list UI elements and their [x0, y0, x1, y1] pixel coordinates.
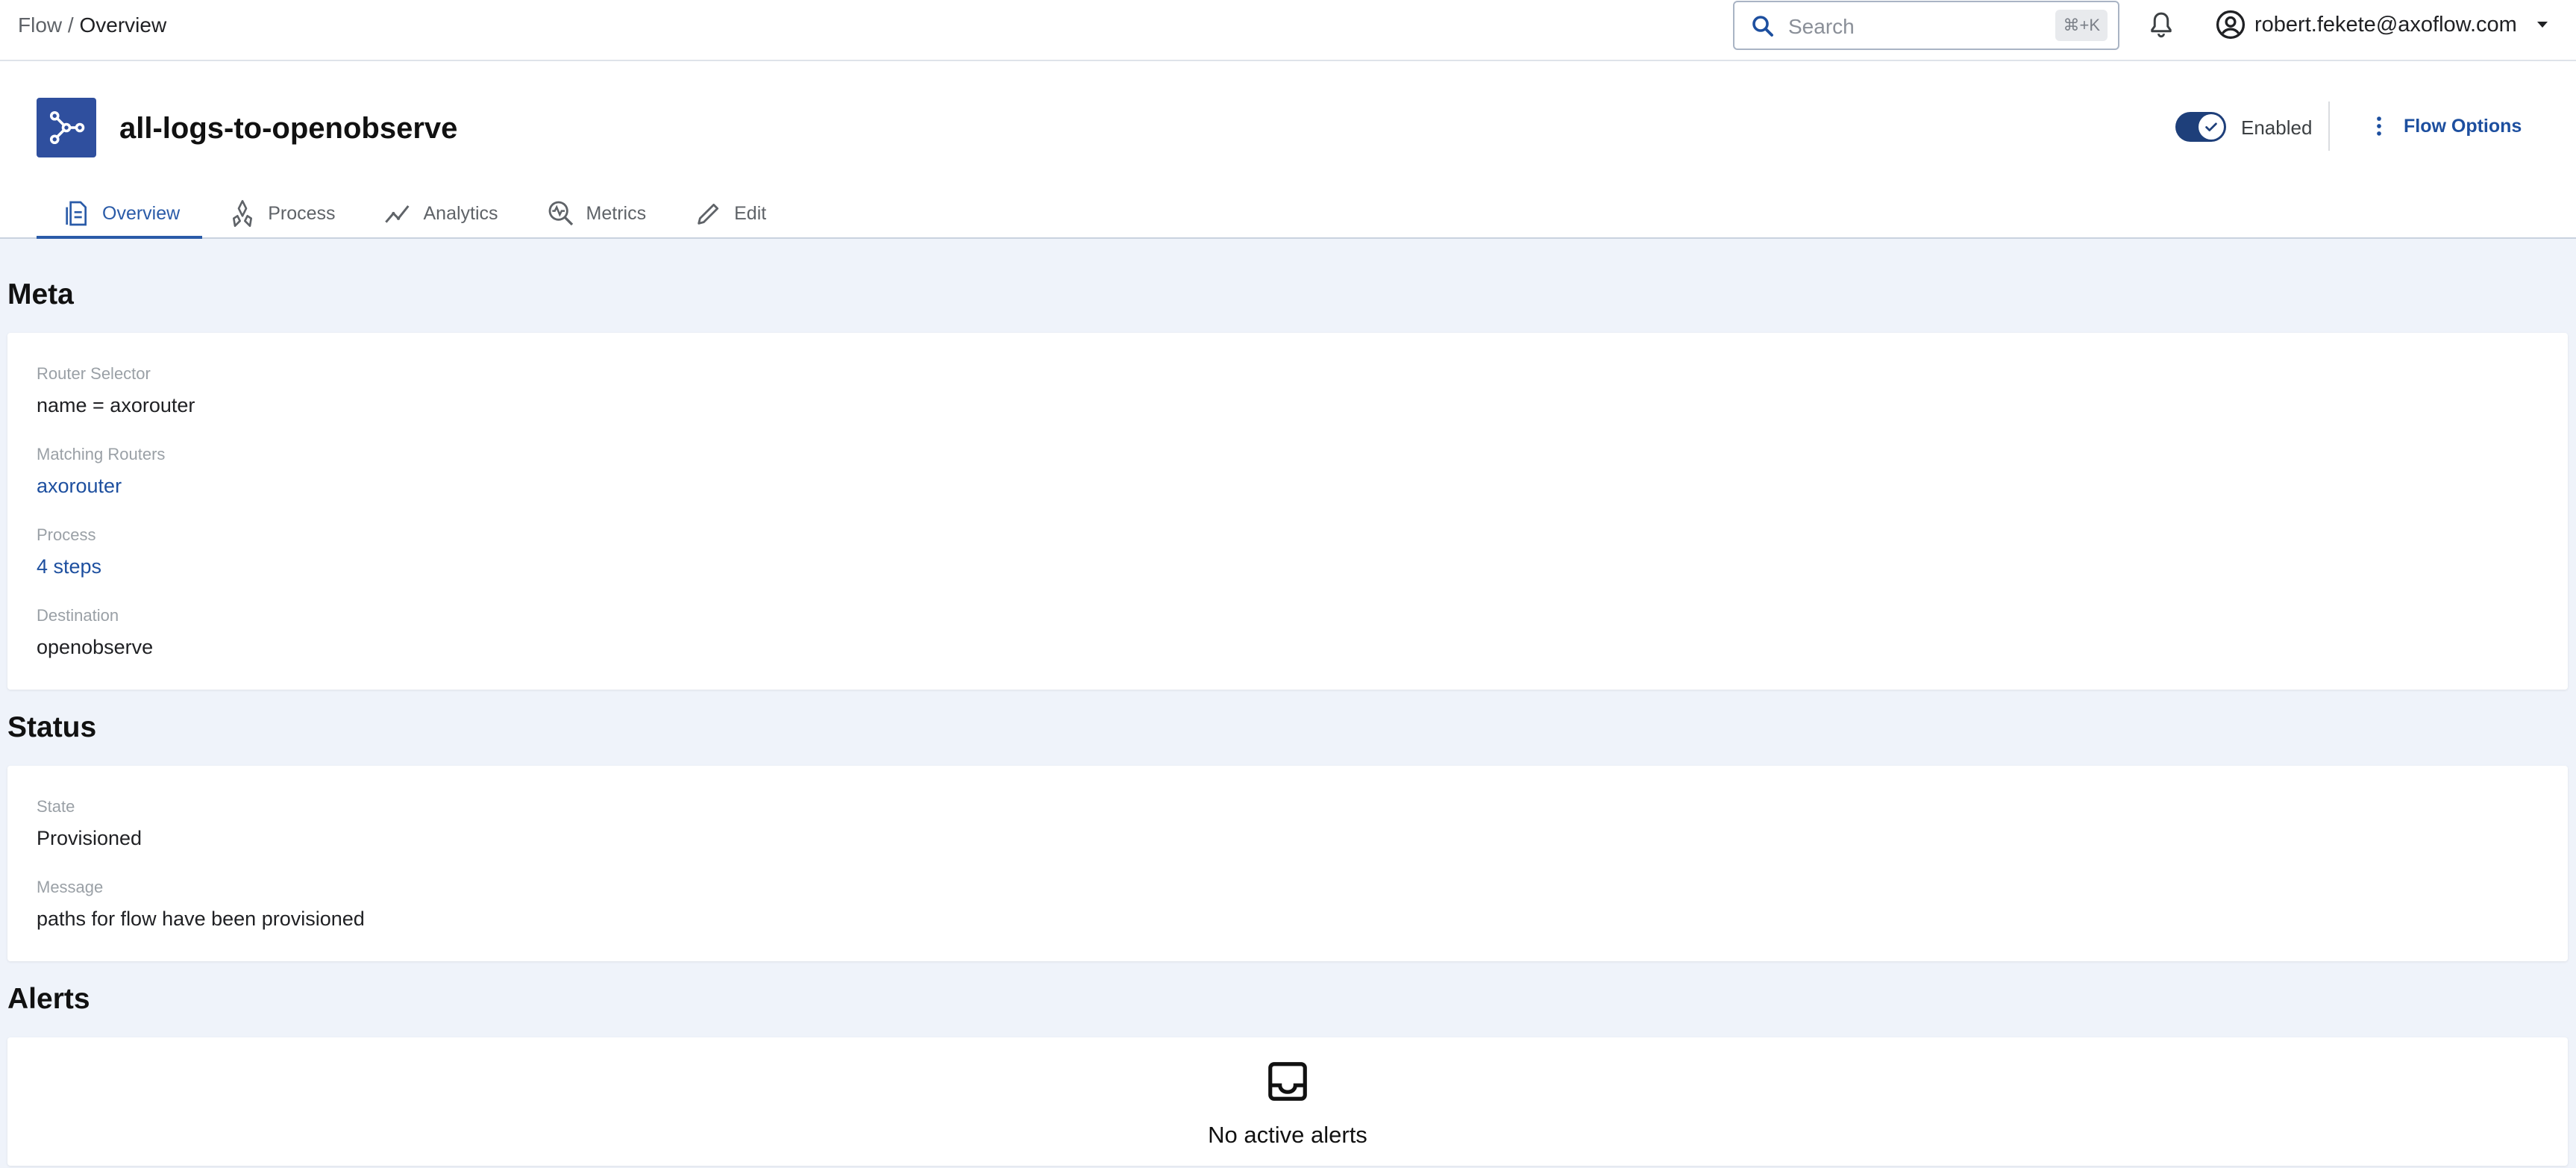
check-icon	[2205, 122, 2217, 131]
enabled-toggle[interactable]	[2175, 112, 2226, 142]
tab-label: Overview	[102, 202, 181, 224]
more-vertical-icon	[2377, 116, 2381, 136]
matching-routers-link[interactable]: axorouter	[37, 473, 122, 499]
empty-state	[7, 1058, 2568, 1108]
alerts-section-title: Alerts	[7, 983, 90, 1015]
tab-process[interactable]: Process	[202, 188, 357, 239]
alerts-card: No active alerts	[7, 1037, 2568, 1166]
user-email: robert.fekete@axoflow.com	[2254, 12, 2517, 37]
process-steps-link[interactable]: 4 steps	[37, 554, 101, 579]
tab-analytics[interactable]: Analytics	[358, 188, 521, 239]
flow-logo	[37, 98, 96, 157]
edit-icon	[698, 203, 719, 225]
destination-label: Destination	[37, 606, 119, 625]
process-icon	[233, 200, 253, 227]
message-label: Message	[37, 878, 104, 896]
tab-label: Process	[268, 202, 336, 224]
flow-graph-icon	[49, 110, 85, 145]
no-alerts-text: No active alerts	[1208, 1122, 1367, 1148]
breadcrumb-current: Overview	[79, 13, 167, 37]
header-divider	[2328, 102, 2330, 151]
flow-options-button[interactable]: Flow Options	[2366, 113, 2522, 139]
search-box[interactable]: Search ⌘+K	[1733, 1, 2119, 50]
breadcrumb: Flow / Overview	[18, 12, 166, 39]
router-selector-label: Router Selector	[37, 364, 151, 383]
process-label: Process	[37, 525, 96, 544]
tab-label: Edit	[734, 202, 767, 224]
tab-label: Metrics	[586, 202, 647, 224]
meta-section-title: Meta	[7, 278, 74, 310]
search-placeholder: Search	[1788, 15, 1855, 38]
breadcrumb-separator: /	[67, 13, 74, 37]
flow-title: all-logs-to-openobserve	[119, 112, 458, 145]
account-icon	[2216, 10, 2246, 40]
search-icon	[1752, 16, 1773, 37]
meta-card: Router Selector name = axorouter Matchin…	[7, 333, 2568, 690]
metrics-icon	[548, 201, 573, 226]
state-label: State	[37, 797, 75, 816]
matching-routers-label: Matching Routers	[37, 445, 166, 463]
toggle-knob	[2199, 114, 2224, 140]
analytics-icon	[384, 205, 410, 223]
message-value: paths for flow have been provisioned	[37, 908, 365, 930]
chevron-down-icon	[2536, 22, 2548, 28]
router-selector-value: name = axorouter	[37, 394, 195, 416]
overview-icon	[66, 201, 87, 226]
search-shortcut-badge: ⌘+K	[2055, 10, 2108, 41]
status-card: State Provisioned Message paths for flow…	[7, 766, 2568, 961]
destination-value: openobserve	[37, 636, 154, 658]
tab-bar: Overview Process Analytics Metrics Edit	[37, 188, 789, 239]
top-bar: Flow / Overview Search ⌘+K robert.fekete…	[0, 0, 2576, 61]
flow-header: all-logs-to-openobserve Enabled Flow Opt…	[0, 61, 2576, 239]
tab-label: Analytics	[423, 202, 498, 224]
inbox-tray-icon	[1268, 1062, 1307, 1101]
notifications-bell-icon[interactable]	[2146, 9, 2177, 40]
state-value: Provisioned	[37, 827, 142, 849]
tab-overview[interactable]: Overview	[37, 188, 203, 239]
tab-edit[interactable]: Edit	[668, 188, 789, 239]
flow-options-label: Flow Options	[2404, 115, 2522, 137]
tab-metrics[interactable]: Metrics	[521, 188, 669, 239]
user-menu[interactable]: robert.fekete@axoflow.com	[2214, 7, 2551, 42]
enabled-label: Enabled	[2241, 116, 2313, 139]
breadcrumb-parent[interactable]: Flow	[18, 13, 62, 37]
status-section-title: Status	[7, 711, 97, 743]
